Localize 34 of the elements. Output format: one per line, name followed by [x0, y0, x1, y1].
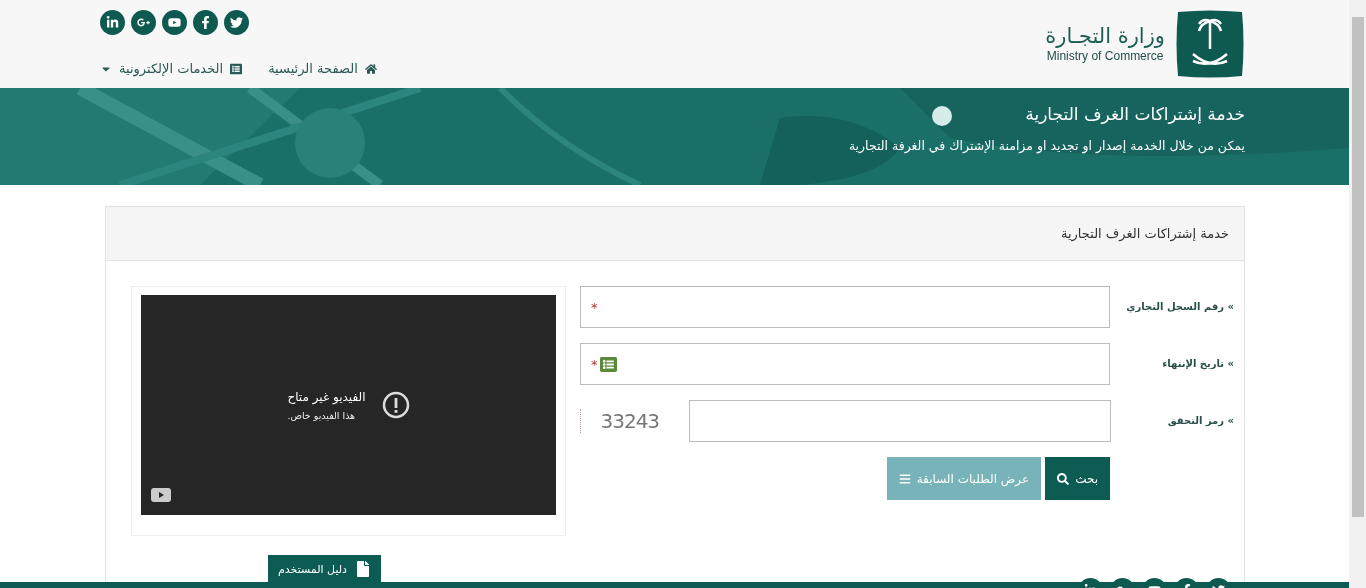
ministry-name: وزارة التجـارة — [1045, 25, 1165, 49]
social-link[interactable] — [162, 10, 187, 35]
menu-icon — [898, 472, 911, 485]
user-guide-button[interactable]: دليل المستخدم — [268, 555, 381, 583]
search-icon — [1057, 472, 1070, 485]
social-link[interactable] — [224, 10, 249, 35]
banner-title: خدمة إشتراكات الغرف التجارية — [1025, 104, 1245, 124]
social-link[interactable] — [100, 10, 125, 35]
field-label: » رمز التحقق — [1166, 414, 1234, 428]
video-error-title: الفيديو غير متاح — [287, 389, 366, 404]
scrollbar[interactable] — [1349, 0, 1366, 588]
date-field[interactable]: * — [580, 343, 1110, 385]
field-label: » تاريخ الإنتهاء — [1161, 357, 1234, 371]
logo-icon — [1175, 9, 1245, 79]
home-icon — [364, 62, 377, 75]
captcha-image: 33243 — [580, 409, 679, 433]
ministry-name-english: Ministry of Commerce — [1046, 48, 1164, 63]
warning-icon — [381, 391, 410, 419]
banner-subtitle: يمكن من خلال الخدمة إصدار او تجديد او مزامنة الإشتراك في الغرفة التجارية — [848, 138, 1245, 153]
input-field[interactable]: * — [580, 286, 1110, 328]
panel-title: خدمة إشتراكات الغرف التجارية — [106, 207, 1244, 261]
video-error-message: هذا الفيديو خاص. — [287, 409, 356, 421]
field-label: » رقم السجل التجاري — [1125, 300, 1234, 314]
document-icon — [355, 561, 371, 577]
list-icon — [230, 62, 243, 75]
social-link[interactable] — [131, 10, 156, 35]
search-button[interactable]: بحث — [1045, 457, 1110, 500]
required-mark: * — [591, 299, 598, 315]
nav-link[interactable]: الصفحة الرئيسية — [268, 61, 377, 76]
scrollbar-thumb[interactable] — [1351, 17, 1364, 517]
captcha-field[interactable] — [688, 400, 1111, 442]
required-mark: * — [591, 356, 598, 372]
nav-link[interactable]: الخدمات الإلكترونية — [100, 61, 243, 76]
social-link[interactable] — [193, 10, 218, 35]
